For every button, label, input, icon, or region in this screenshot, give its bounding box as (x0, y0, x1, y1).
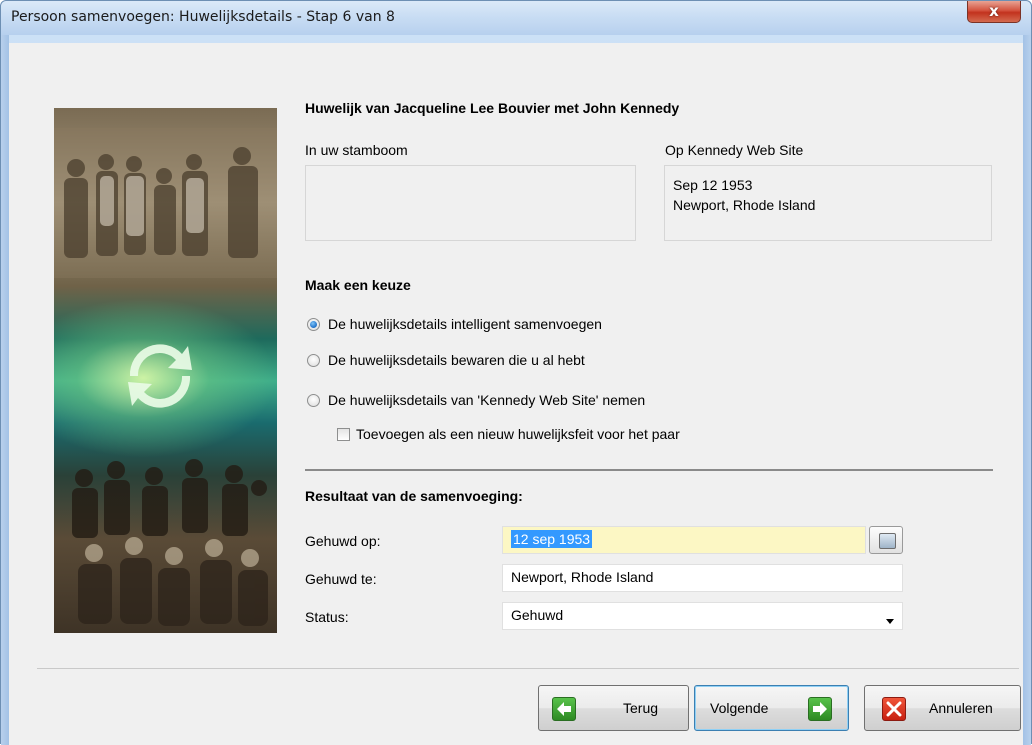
status-value: Gehuwd (511, 607, 564, 623)
married-at-label: Gehuwd te: (305, 571, 377, 587)
calendar-button[interactable] (869, 526, 903, 554)
window-title: Persoon samenvoegen: Huwelijksdetails - … (11, 9, 395, 25)
next-label: Volgende (710, 700, 769, 716)
next-button[interactable]: Volgende (694, 685, 849, 731)
website-column-label: Op Kennedy Web Site (665, 142, 804, 158)
side-illustration (54, 108, 277, 633)
family-photo-bottom (72, 459, 268, 626)
add-new-fact-checkbox[interactable] (337, 428, 350, 441)
result-heading: Resultaat van de samenvoeging: (305, 488, 523, 504)
website-place: Newport, Rhode Island (673, 197, 816, 213)
tree-details-box (305, 165, 636, 241)
dialog-window: Persoon samenvoegen: Huwelijksdetails - … (0, 0, 1032, 745)
status-label: Status: (305, 609, 349, 625)
married-at-value: Newport, Rhode Island (511, 569, 654, 585)
arrow-left-icon (552, 697, 576, 721)
radio-merge-intelligent-label[interactable]: De huwelijksdetails intelligent samenvoe… (328, 316, 602, 332)
choice-heading: Maak een keuze (305, 277, 411, 293)
website-date: Sep 12 1953 (673, 177, 753, 193)
close-button[interactable]: x (967, 1, 1021, 23)
tree-column-label: In uw stamboom (305, 142, 408, 158)
chevron-down-icon[interactable] (886, 619, 894, 624)
cancel-label: Annuleren (929, 700, 993, 716)
window-frame-right (1023, 35, 1031, 745)
calendar-icon (879, 533, 896, 549)
married-on-field[interactable]: 12 sep 1953 (502, 526, 866, 554)
section-divider (305, 469, 993, 471)
add-new-fact-label[interactable]: Toevoegen als een nieuw huwelijksfeit vo… (356, 426, 680, 442)
family-photo-top (54, 128, 277, 278)
window-frame-left (1, 35, 9, 745)
radio-keep-existing-label[interactable]: De huwelijksdetails bewaren die u al heb… (328, 352, 585, 368)
radio-take-website[interactable] (307, 394, 320, 407)
radio-take-website-label[interactable]: De huwelijksdetails van 'Kennedy Web Sit… (328, 392, 645, 408)
x-icon (882, 697, 906, 721)
status-select[interactable]: Gehuwd (502, 602, 903, 630)
cancel-button[interactable]: Annuleren (864, 685, 1021, 731)
arrow-right-icon (808, 697, 832, 721)
back-label: Terug (623, 700, 659, 716)
footer-divider (37, 668, 1019, 669)
married-at-field[interactable]: Newport, Rhode Island (502, 564, 903, 592)
sync-arrows-icon (128, 344, 192, 408)
married-on-value: 12 sep 1953 (511, 530, 593, 548)
back-button[interactable]: Terug (538, 685, 689, 731)
website-details-box: Sep 12 1953 Newport, Rhode Island (664, 165, 992, 241)
title-bar[interactable]: Persoon samenvoegen: Huwelijksdetails - … (1, 1, 1031, 35)
married-on-label: Gehuwd op: (305, 533, 381, 549)
radio-merge-intelligent[interactable] (307, 318, 320, 331)
close-icon: x (989, 2, 999, 20)
radio-keep-existing[interactable] (307, 354, 320, 367)
marriage-heading: Huwelijk van Jacqueline Lee Bouvier met … (305, 100, 680, 116)
